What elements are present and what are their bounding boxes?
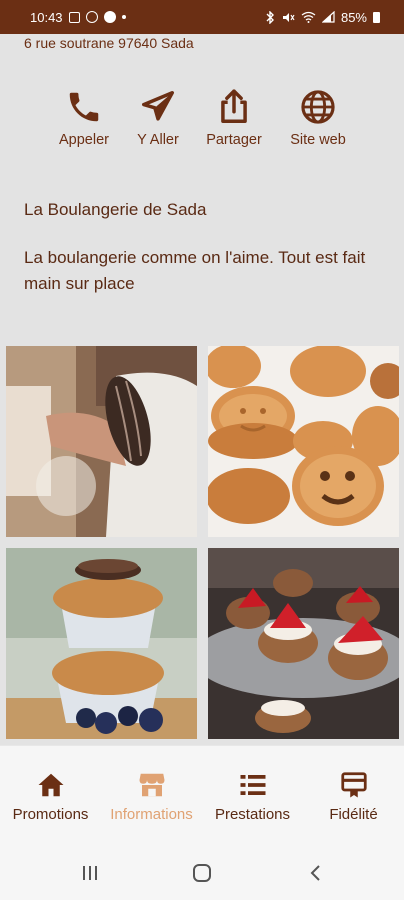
business-name: La Boulangerie de Sada [24, 200, 207, 219]
facebook-notification-icon [103, 11, 116, 23]
share-icon [221, 89, 247, 123]
tab-prestations-label: Prestations [214, 806, 291, 823]
recent-apps-icon [83, 866, 97, 880]
home-button[interactable] [192, 863, 212, 883]
globe-icon [301, 90, 335, 124]
muffins-image [6, 548, 197, 739]
tab-promotions-label: Promotions [12, 806, 89, 823]
status-bar: 10:43 85% [0, 0, 404, 34]
wifi-icon [301, 11, 316, 23]
mute-icon [282, 12, 295, 22]
signal-icon [321, 11, 335, 23]
gallery-image-cookies[interactable] [208, 346, 399, 537]
gallery-image-muffins[interactable] [6, 548, 197, 739]
call-label: Appeler [59, 132, 109, 148]
home-icon [38, 773, 63, 797]
baker-with-bread-image [6, 346, 197, 537]
back-button[interactable] [306, 863, 326, 883]
status-time: 10:43 [30, 9, 63, 25]
tab-prestations[interactable]: Prestations [202, 770, 303, 830]
back-chevron-icon [310, 865, 320, 881]
smiley-cookies-image [208, 346, 399, 537]
bluetooth-icon [266, 10, 274, 24]
website-button[interactable]: Site web [278, 88, 358, 158]
battery-percent: 85% [340, 9, 367, 25]
status-left: 10:43 [30, 10, 126, 25]
system-navigation-bar [0, 845, 404, 900]
status-right: 85% [264, 10, 380, 25]
store-icon [139, 773, 164, 797]
tab-informations-label: Informations [110, 806, 193, 823]
share-button[interactable]: Partager [194, 88, 274, 158]
gallery-image-baker[interactable] [6, 346, 197, 537]
list-icon [240, 775, 265, 795]
tab-fidelite-label: Fidélité [329, 806, 378, 823]
phone-icon [69, 92, 99, 122]
gallery-notification-icon [68, 11, 80, 23]
gallery-image-tartlets[interactable] [208, 548, 399, 739]
navigation-arrow-icon [142, 91, 174, 121]
bottom-navigation: Promotions Informations Prestations Fidé… [0, 745, 404, 845]
home-circle-icon [193, 864, 211, 882]
tab-informations[interactable]: Informations [101, 770, 202, 830]
tab-promotions[interactable]: Promotions [0, 770, 101, 830]
strawberry-tartlets-image [208, 548, 399, 739]
directions-button[interactable]: Y Aller [118, 88, 198, 158]
directions-label: Y Aller [137, 132, 179, 148]
website-label: Site web [290, 132, 346, 148]
recent-apps-button[interactable] [80, 863, 100, 883]
whatsapp-notification-icon [85, 11, 98, 23]
actions-row: Appeler Y Aller Partager Site web [0, 88, 404, 158]
address-text: 6 rue soutrane 97640 Sada [24, 35, 194, 51]
share-label: Partager [206, 132, 262, 148]
more-notifications-icon [121, 15, 126, 19]
tab-fidelite[interactable]: Fidélité [303, 770, 404, 830]
battery-icon [373, 11, 380, 23]
loyalty-card-icon [340, 772, 367, 798]
call-button[interactable]: Appeler [44, 88, 124, 158]
business-description: La boulangerie comme on l'aime. Tout est… [24, 248, 366, 293]
